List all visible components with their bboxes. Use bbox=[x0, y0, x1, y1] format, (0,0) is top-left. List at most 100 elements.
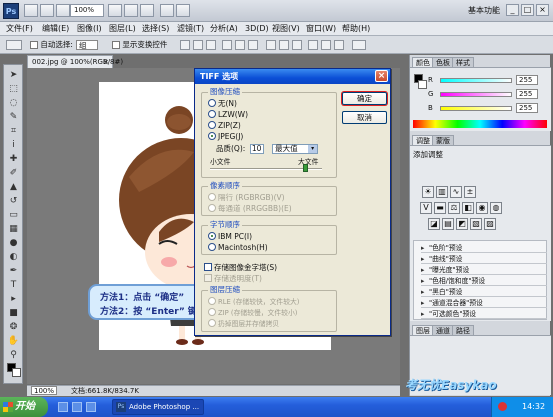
tray-antivirus-icon[interactable] bbox=[498, 402, 507, 411]
menu-3d[interactable]: 3D(D) bbox=[245, 23, 269, 35]
distribute-hcenter-icon[interactable] bbox=[321, 40, 331, 50]
menu-window[interactable]: 窗口(W) bbox=[306, 23, 336, 35]
brightness-icon[interactable]: ☀ bbox=[422, 186, 434, 198]
menu-analysis[interactable]: 分析(A) bbox=[210, 23, 238, 35]
compression-none-radio[interactable] bbox=[208, 99, 216, 107]
tab-color[interactable]: 颜色 bbox=[412, 57, 434, 67]
status-zoom[interactable]: 100% bbox=[31, 386, 58, 395]
compression-lzw-radio[interactable] bbox=[208, 110, 216, 118]
tab-swatches[interactable]: 色板 bbox=[432, 57, 454, 67]
view-extras-button[interactable] bbox=[56, 4, 70, 17]
bridge-button[interactable] bbox=[24, 4, 38, 17]
compression-zip-option[interactable]: ZIP(Z) bbox=[208, 121, 241, 131]
gradient-map-icon[interactable]: ▧ bbox=[470, 218, 482, 230]
menu-help[interactable]: 帮助(H) bbox=[342, 23, 370, 35]
auto-align-icon[interactable] bbox=[352, 40, 366, 50]
menu-edit[interactable]: 编辑(E) bbox=[42, 23, 69, 35]
preset-curves[interactable]: ▸ "曲线"预设 bbox=[421, 254, 547, 264]
save-pyramid-option[interactable]: 存储图像金字塔(S) bbox=[204, 263, 277, 273]
eyedropper-tool-icon[interactable]: ⅰ bbox=[7, 139, 20, 151]
quick-launch-browser-icon[interactable] bbox=[72, 402, 82, 412]
byte-order-ibm-radio[interactable] bbox=[208, 232, 216, 240]
blur-tool-icon[interactable]: ● bbox=[7, 237, 20, 249]
menu-layer[interactable]: 图层(L) bbox=[109, 23, 136, 35]
channel-mixer-icon[interactable]: ◍ bbox=[490, 202, 502, 214]
save-transparency-checkbox[interactable] bbox=[204, 274, 212, 282]
distribute-bottom-icon[interactable] bbox=[292, 40, 302, 50]
tab-masks[interactable]: 蒙版 bbox=[432, 135, 454, 145]
red-slider-bar[interactable] bbox=[440, 78, 512, 83]
preset-black-white[interactable]: ▸ "黑白"预设 bbox=[421, 287, 547, 297]
menu-view[interactable]: 视图(V) bbox=[272, 23, 300, 35]
quality-input[interactable]: 10 bbox=[249, 144, 264, 154]
blue-slider-bar[interactable] bbox=[440, 106, 512, 111]
threshold-icon[interactable]: ◩ bbox=[456, 218, 468, 230]
dodge-tool-icon[interactable]: ◐ bbox=[7, 251, 20, 263]
pixel-order-interleaved-option[interactable]: 隔行 (RGBRGB)(V) bbox=[208, 193, 285, 203]
gradient-tool-icon[interactable]: ▦ bbox=[7, 223, 20, 235]
curves-icon[interactable]: ∿ bbox=[450, 186, 462, 198]
hand-tool-icon[interactable]: ✋ bbox=[7, 335, 20, 347]
path-select-tool-icon[interactable]: ▸ bbox=[7, 293, 20, 305]
quick-launch-media-icon[interactable] bbox=[86, 402, 96, 412]
layer-discard-option[interactable]: 扔掉图层并存储拷贝 bbox=[208, 319, 279, 329]
show-transform-option[interactable]: 显示变换控件 bbox=[112, 40, 167, 50]
document-close-button[interactable]: × bbox=[103, 56, 109, 68]
auto-select-checkbox[interactable] bbox=[30, 41, 38, 49]
dialog-title-bar[interactable]: TIFF 选项 bbox=[195, 69, 390, 84]
pixel-order-per-channel-option[interactable]: 每通道 (RRGGBB)(E) bbox=[208, 204, 292, 214]
workspace-switcher[interactable]: 基本功能 bbox=[468, 5, 500, 16]
black-white-icon[interactable]: ◧ bbox=[462, 202, 474, 214]
align-bottom-icon[interactable] bbox=[206, 40, 216, 50]
background-color-swatch[interactable] bbox=[12, 368, 21, 377]
align-hcenter-icon[interactable] bbox=[235, 40, 245, 50]
zoom-tool-button[interactable] bbox=[124, 4, 138, 17]
maximize-button[interactable]: □ bbox=[521, 4, 534, 16]
color-bg-swatch[interactable] bbox=[418, 80, 427, 89]
move-tool-preset-icon[interactable] bbox=[6, 40, 22, 50]
healing-brush-tool-icon[interactable]: ✚ bbox=[7, 153, 20, 165]
invert-icon[interactable]: ◪ bbox=[428, 218, 440, 230]
expand-arrow-icon[interactable]: ▸ bbox=[421, 276, 429, 286]
expand-arrow-icon[interactable]: ▸ bbox=[421, 243, 429, 253]
marquee-tool-icon[interactable]: ⬚ bbox=[7, 83, 20, 95]
pen-tool-icon[interactable]: ✒ bbox=[7, 265, 20, 277]
tab-channels[interactable]: 通道 bbox=[432, 325, 454, 335]
align-vcenter-icon[interactable] bbox=[193, 40, 203, 50]
layer-zip-radio[interactable] bbox=[208, 308, 216, 316]
selective-color-icon[interactable]: ▨ bbox=[484, 218, 496, 230]
save-transparency-option[interactable]: 存储透明度(T) bbox=[204, 274, 262, 284]
show-transform-checkbox[interactable] bbox=[112, 41, 120, 49]
eraser-tool-icon[interactable]: ▭ bbox=[7, 209, 20, 221]
distribute-vcenter-icon[interactable] bbox=[279, 40, 289, 50]
clone-stamp-tool-icon[interactable]: ▲ bbox=[7, 181, 20, 193]
document-tab[interactable]: 002.jpg @ 100%(RGB/8#) × bbox=[27, 55, 123, 68]
tab-paths[interactable]: 路径 bbox=[452, 325, 474, 335]
distribute-right-icon[interactable] bbox=[334, 40, 344, 50]
posterize-icon[interactable]: ▤ bbox=[442, 218, 454, 230]
compression-jpeg-option[interactable]: JPEG(J) bbox=[208, 132, 243, 142]
3d-rotate-tool-icon[interactable]: ❂ bbox=[7, 321, 20, 333]
pixel-order-interleaved-radio[interactable] bbox=[208, 193, 216, 201]
cancel-button[interactable]: 取消 bbox=[342, 111, 387, 124]
start-button[interactable]: 开始 bbox=[0, 397, 48, 417]
compression-zip-radio[interactable] bbox=[208, 121, 216, 129]
preset-channel-mixer[interactable]: ▸ "通道混合器"预设 bbox=[421, 298, 547, 308]
compression-lzw-option[interactable]: LZW(W) bbox=[208, 110, 248, 120]
compression-jpeg-radio[interactable] bbox=[208, 132, 216, 140]
vibrance-icon[interactable]: V bbox=[420, 202, 432, 214]
zoom-tool-icon[interactable]: ⚲ bbox=[7, 349, 20, 361]
tab-layers[interactable]: 图层 bbox=[412, 325, 434, 335]
close-app-button[interactable]: × bbox=[536, 4, 549, 16]
green-slider-bar[interactable] bbox=[440, 92, 512, 97]
preset-levels[interactable]: ▸ "色阶"预设 bbox=[421, 243, 547, 253]
preset-selective-color[interactable]: ▸ "可选颜色"预设 bbox=[421, 309, 547, 319]
preset-hue-saturation[interactable]: ▸ "色相/饱和度"预设 bbox=[421, 276, 547, 286]
menu-select[interactable]: 选择(S) bbox=[142, 23, 169, 35]
type-tool-icon[interactable]: T bbox=[7, 279, 20, 291]
menu-image[interactable]: 图像(I) bbox=[77, 23, 102, 35]
quick-select-tool-icon[interactable]: ✎ bbox=[7, 111, 20, 123]
layer-rle-option[interactable]: RLE (存储较快，文件较大) bbox=[208, 297, 299, 307]
expand-arrow-icon[interactable]: ▸ bbox=[421, 298, 429, 308]
clock[interactable]: 14:32 bbox=[522, 397, 545, 417]
